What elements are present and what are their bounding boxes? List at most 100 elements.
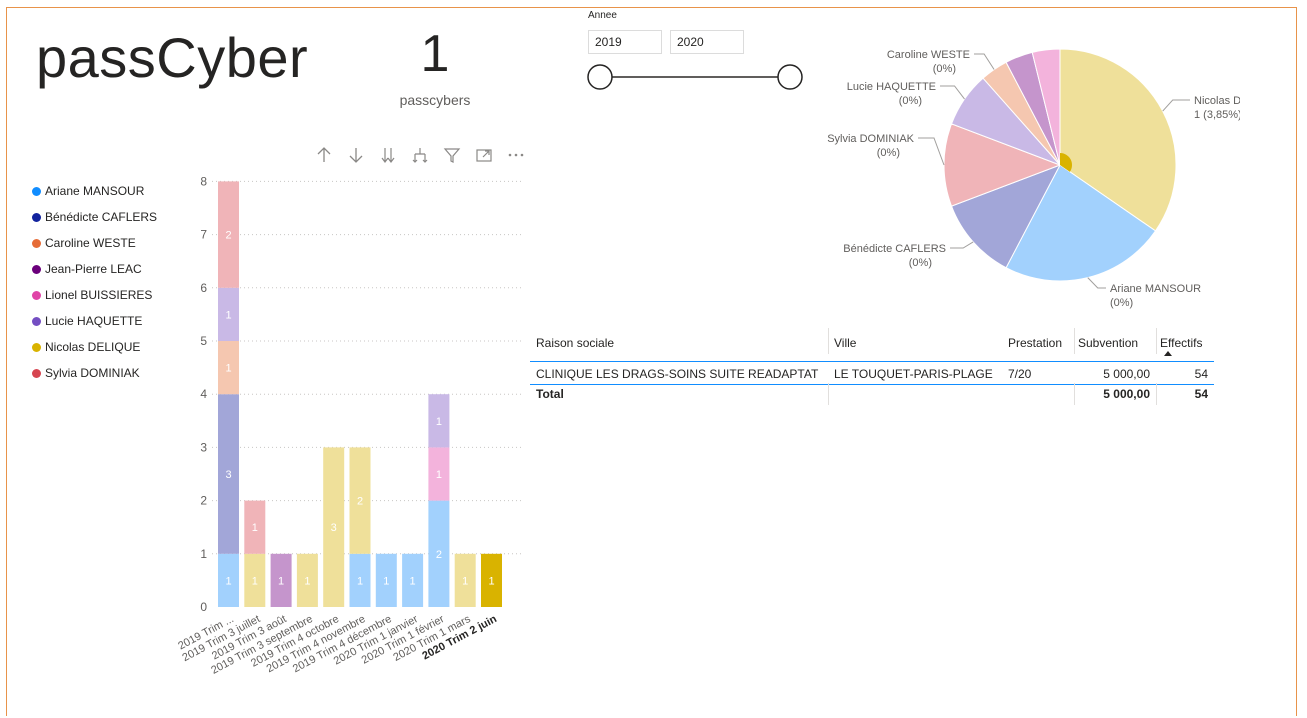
legend-dot-icon (32, 368, 41, 378)
go-to-next-level-icon[interactable] (378, 145, 398, 165)
legend-label: Bénédicte CAFLERS (45, 210, 158, 224)
column-divider (828, 328, 829, 354)
y-tick-label: 5 (200, 334, 207, 348)
table-total-row: Total 5 000,00 54 (530, 383, 1214, 405)
bar-data-label: 1 (225, 309, 231, 321)
y-tick-label: 3 (200, 440, 207, 454)
cell-raison-sociale: CLINIQUE LES DRAGS-SOINS SUITE READAPTAT (536, 367, 819, 381)
expand-hierarchy-icon[interactable] (410, 145, 430, 165)
pie-label: Ariane MANSOUR (1110, 283, 1201, 295)
chart-legend: Ariane MANSOUR Bénédicte CAFLERS Carolin… (32, 178, 157, 386)
pie-label: Sylvia DOMINIAK (827, 133, 914, 145)
kpi-card-value: 1 (420, 25, 450, 83)
pie-label: Caroline WESTE (887, 49, 970, 61)
y-tick-label: 0 (200, 600, 207, 614)
year-to-input[interactable]: 2020 (670, 30, 744, 54)
drill-down-icon[interactable] (346, 145, 366, 165)
bar-data-label: 1 (252, 522, 258, 534)
bar-data-label: 2 (357, 496, 363, 508)
bar-data-label: 1 (252, 575, 258, 587)
kpi-card-label: passcybers (399, 92, 471, 108)
legend-label: Caroline WESTE (45, 236, 136, 250)
column-header-raison-sociale[interactable]: Raison sociale (536, 332, 614, 354)
bar-data-label: 2 (436, 549, 442, 561)
pie-leader-line (1162, 99, 1190, 112)
more-options-icon[interactable] (506, 145, 526, 165)
pie-chart: Nicolas DELIQUE 1 (3,85%) Ariane MANSOUR (0… (827, 48, 1240, 309)
column-divider (828, 383, 829, 405)
column-divider (1156, 383, 1157, 405)
legend-item[interactable]: Jean-Pierre LEAC (32, 256, 157, 282)
y-tick-label: 7 (200, 228, 207, 242)
legend-label: Jean-Pierre LEAC (45, 262, 142, 276)
legend-label: Lionel BUISSIERES (45, 288, 153, 302)
bar-data-label: 1 (225, 363, 231, 375)
sort-ascending-icon (1164, 351, 1172, 356)
pie-value-label: 1 (3,85%) (1194, 109, 1240, 121)
pie-label: Bénédicte CAFLERS (843, 243, 946, 255)
bar-data-label: 1 (462, 575, 468, 587)
bar-data-label: 1 (278, 575, 284, 587)
total-effectifs: 54 (1194, 387, 1208, 401)
bar-data-label: 3 (225, 469, 231, 481)
pie-leader-line (974, 53, 995, 70)
legend-item[interactable]: Sylvia DOMINIAK (32, 360, 157, 386)
pie-value-label: (0%) (877, 147, 900, 159)
bar-data-label: 3 (331, 522, 337, 534)
legend-item[interactable]: Lionel BUISSIERES (32, 282, 157, 308)
filter-icon[interactable] (442, 145, 462, 165)
cell-subvention: 5 000,00 (1103, 367, 1150, 381)
legend-label: Sylvia DOMINIAK (45, 366, 140, 380)
slider-handle-start[interactable] (587, 64, 613, 90)
report-title: passCyber (36, 26, 309, 89)
bar-data-label: 1 (357, 575, 363, 587)
legend-label: Lucie HAQUETTE (45, 314, 143, 328)
legend-dot-icon (32, 290, 41, 300)
pie-label: Nicolas DELIQUE (1194, 95, 1240, 107)
pie-label: Lucie HAQUETTE (847, 81, 936, 93)
y-tick-label: 4 (200, 387, 207, 401)
year-slicer-title: Annee (588, 10, 617, 21)
table-header-row: Raison sociale Ville Prestation Subventi… (530, 328, 1214, 356)
focus-mode-icon[interactable] (474, 145, 494, 165)
visual-header-toolbar (314, 145, 526, 165)
pie-leader-line (1087, 277, 1106, 289)
legend-dot-icon (32, 342, 41, 352)
pie-value-label: (0%) (909, 257, 932, 269)
legend-dot-icon (32, 264, 41, 274)
total-subvention: 5 000,00 (1103, 387, 1150, 401)
legend-dot-icon (32, 186, 41, 196)
bar-data-label: 1 (304, 575, 310, 587)
legend-item[interactable]: Bénédicte CAFLERS (32, 204, 157, 230)
legend-dot-icon (32, 238, 41, 248)
pie-leader-line (940, 85, 965, 100)
column-divider (1074, 383, 1075, 405)
legend-item[interactable]: Ariane MANSOUR (32, 178, 157, 204)
y-tick-label: 1 (200, 547, 207, 561)
stacked-bar-chart: 012345678131122019 Trim ...112019 Trim 3… (176, 174, 522, 677)
column-divider (1156, 328, 1157, 354)
pie-value-label: (0%) (933, 63, 956, 75)
cell-effectifs: 54 (1194, 367, 1208, 381)
column-header-subvention[interactable]: Subvention (1078, 332, 1138, 354)
bar-data-label: 1 (436, 416, 442, 428)
legend-item[interactable]: Caroline WESTE (32, 230, 157, 256)
column-header-prestation[interactable]: Prestation (1008, 332, 1062, 354)
table-row[interactable]: CLINIQUE LES DRAGS-SOINS SUITE READAPTAT… (530, 363, 1214, 385)
total-label: Total (536, 387, 564, 401)
legend-item[interactable]: Nicolas DELIQUE (32, 334, 157, 360)
column-divider (1074, 328, 1075, 354)
pie-leader-line (918, 137, 945, 166)
bar-data-label: 2 (225, 230, 231, 242)
bar-data-label: 1 (436, 469, 442, 481)
legend-item[interactable]: Lucie HAQUETTE (32, 308, 157, 334)
year-range-slider[interactable] (584, 60, 808, 94)
cell-ville: LE TOUQUET-PARIS-PLAGE (834, 367, 993, 381)
column-header-ville[interactable]: Ville (834, 332, 856, 354)
year-from-input[interactable]: 2019 (588, 30, 662, 54)
pie-value-label: (0%) (899, 95, 922, 107)
drill-up-icon[interactable] (314, 145, 334, 165)
bar-data-label: 1 (383, 575, 389, 587)
y-tick-label: 6 (200, 281, 207, 295)
bar-data-label: 1 (410, 575, 416, 587)
